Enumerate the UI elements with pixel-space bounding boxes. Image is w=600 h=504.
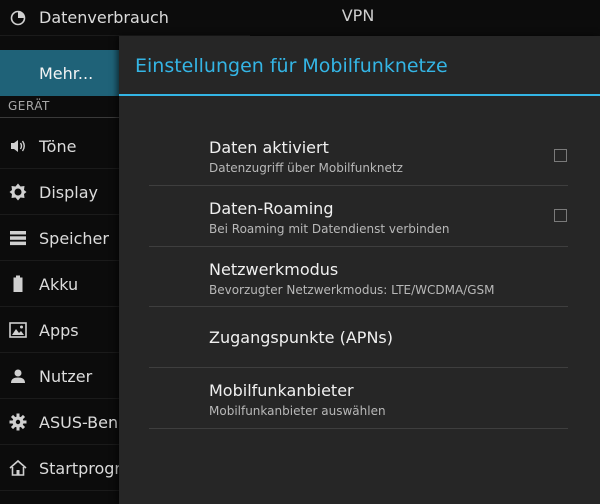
daten-roaming-checkbox[interactable] — [554, 209, 567, 222]
row-zugangspunkte[interactable]: Zugangspunkte (APNs) — [149, 307, 568, 368]
gear-icon — [9, 413, 27, 431]
row-subtitle: Bevorzugter Netzwerkmodus: LTE/WCDMA/GSM — [209, 283, 495, 297]
apps-icon — [9, 321, 27, 339]
battery-icon — [9, 275, 27, 293]
sidebar-item-label: Apps — [39, 320, 79, 340]
home-icon — [9, 459, 27, 477]
daten-aktiviert-checkbox[interactable] — [554, 149, 567, 162]
user-icon — [9, 367, 27, 385]
sidebar-item-label: Mehr... — [39, 63, 94, 83]
row-subtitle: Bei Roaming mit Datendienst verbinden — [209, 222, 450, 236]
row-netzwerkmodus[interactable]: Netzwerkmodus Bevorzugter Netzwerkmodus:… — [149, 247, 568, 307]
storage-icon — [9, 229, 27, 247]
row-subtitle: Mobilfunkanbieter auswählen — [209, 404, 386, 418]
dialog-title: Einstellungen für Mobilfunknetze — [135, 55, 448, 77]
sidebar-item-label: Speicher — [39, 228, 109, 248]
sidebar-item-label: Startprogra — [39, 458, 131, 478]
row-subtitle: Datenzugriff über Mobilfunknetz — [209, 161, 403, 175]
row-title: Zugangspunkte (APNs) — [209, 328, 393, 347]
vpn-label[interactable]: VPN — [250, 0, 466, 32]
row-daten-aktiviert[interactable]: Daten aktiviert Datenzugriff über Mobilf… — [149, 125, 568, 186]
sidebar-item-label: Display — [39, 182, 98, 202]
sidebar-item-datenverbrauch[interactable]: Datenverbrauch — [0, 0, 250, 36]
sidebar-item-label: Akku — [39, 274, 79, 294]
speaker-icon — [9, 137, 27, 155]
sidebar-item-label: Datenverbrauch — [39, 8, 169, 27]
sidebar-item-label: Nutzer — [39, 366, 93, 386]
row-title: Netzwerkmodus — [209, 260, 339, 279]
pie-chart-icon — [9, 9, 27, 27]
mobile-network-settings-dialog: Einstellungen für Mobilfunknetze Daten a… — [119, 36, 600, 504]
brightness-icon — [9, 183, 27, 201]
sidebar-item-label: Töne — [39, 136, 77, 156]
sidebar-item-label: ASUS-Benu — [39, 412, 129, 432]
title-divider — [119, 94, 600, 96]
row-daten-roaming[interactable]: Daten-Roaming Bei Roaming mit Datendiens… — [149, 186, 568, 247]
row-mobilfunkanbieter[interactable]: Mobilfunkanbieter Mobilfunkanbieter ausw… — [149, 368, 568, 429]
row-title: Daten aktiviert — [209, 138, 329, 157]
row-title: Daten-Roaming — [209, 199, 334, 218]
row-title: Mobilfunkanbieter — [209, 381, 354, 400]
